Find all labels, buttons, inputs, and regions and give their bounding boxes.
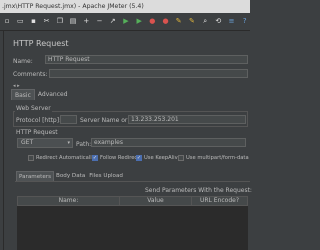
tab-body-data[interactable]: Body Data [54, 171, 87, 181]
window-titlebar: .jmx\HTTP Request.jmx) - Apache JMeter (… [0, 0, 250, 13]
checkbox-label: Redirect Automatically [36, 155, 95, 161]
main-toolbar: ▫ ▭ ▪ ✂ ❐ ▤ + − ↗ ▶ ▶ ● ● ✎ ✎ ⌕ ⟲ ≡ ? [0, 13, 250, 31]
column-header-url-encode[interactable]: URL Encode? [192, 197, 247, 205]
checkbox-box [28, 155, 34, 161]
checkbox-box [178, 155, 184, 161]
protocol-label: Protocol [http]: [16, 117, 62, 124]
stop-icon[interactable]: ● [147, 16, 157, 27]
window-title: .jmx\HTTP Request.jmx) - Apache JMeter (… [2, 3, 144, 10]
method-value: GET [21, 139, 34, 146]
parameters-table-body[interactable] [17, 206, 248, 250]
chevron-down-icon: ▾ [67, 140, 70, 146]
config-tabs: Basic Advanced [11, 89, 71, 100]
tree-splitter[interactable] [0, 31, 4, 250]
parameters-table-header: Name: Value URL Encode? [17, 196, 248, 206]
column-header-name[interactable]: Name: [18, 197, 120, 205]
clear-icon[interactable]: ✎ [174, 16, 184, 27]
path-label: Path: [76, 141, 92, 148]
panel-title: HTTP Request [13, 39, 69, 48]
web-server-label: Web Server [15, 105, 52, 112]
cut-icon[interactable]: ✂ [42, 16, 52, 27]
name-field[interactable]: HTTP Request [45, 55, 248, 64]
clear-all-icon[interactable]: ✎ [187, 16, 197, 27]
search-icon[interactable]: ⌕ [200, 16, 210, 27]
use-multipart-checkbox[interactable]: Use multipart/form-data [178, 155, 249, 161]
parameters-panel: Send Parameters With the Request: Name: … [15, 181, 252, 250]
use-keepalive-checkbox[interactable]: ✓ Use KeepAlive [136, 155, 181, 161]
toggle-icon[interactable]: ↗ [108, 16, 118, 27]
protocol-field[interactable] [60, 115, 77, 124]
open-icon[interactable]: ▭ [15, 16, 25, 27]
tab-basic[interactable]: Basic [11, 89, 35, 100]
collapse-icon[interactable]: − [94, 16, 104, 27]
path-field[interactable]: examples [91, 138, 246, 147]
copy-icon[interactable]: ❐ [55, 16, 65, 27]
server-field[interactable]: 13.233.253.201 [128, 115, 246, 124]
follow-redirects-checkbox[interactable]: ✓ Follow Redirects [92, 155, 142, 161]
tab-parameters[interactable]: Parameters [16, 171, 55, 181]
tab-advanced[interactable]: Advanced [35, 89, 71, 100]
check-icon: ✓ [92, 154, 98, 161]
start-icon[interactable]: ▶ [121, 16, 131, 27]
check-icon: ✓ [136, 154, 142, 161]
parameters-caption: Send Parameters With the Request: [145, 187, 252, 194]
column-header-value[interactable]: Value [120, 197, 192, 205]
method-select[interactable]: GET ▾ [17, 138, 73, 148]
comments-label: Comments: [13, 71, 48, 78]
checkbox-label: Use multipart/form-data [186, 155, 249, 161]
save-icon[interactable]: ▪ [28, 16, 38, 27]
reset-icon[interactable]: ⟲ [213, 16, 223, 27]
http-request-panel: HTTP Request Name: HTTP Request Comments… [5, 31, 252, 250]
redirect-automatically-checkbox[interactable]: Redirect Automatically [28, 155, 95, 161]
start-no-pause-icon[interactable]: ▶ [134, 16, 144, 27]
checkbox-label: Use KeepAlive [144, 155, 181, 161]
request-subtabs: Parameters Body Data Files Upload [16, 171, 125, 181]
expand-icon[interactable]: + [81, 16, 91, 27]
http-request-label: HTTP Request [16, 129, 58, 136]
new-icon[interactable]: ▫ [2, 16, 12, 27]
function-icon[interactable]: ≡ [226, 16, 236, 27]
tab-files-upload[interactable]: Files Upload [87, 171, 125, 181]
help-icon[interactable]: ? [240, 16, 250, 27]
name-label: Name: [13, 58, 33, 65]
paste-icon[interactable]: ▤ [68, 16, 78, 27]
shutdown-icon[interactable]: ● [160, 16, 170, 27]
comments-field[interactable] [49, 69, 248, 78]
